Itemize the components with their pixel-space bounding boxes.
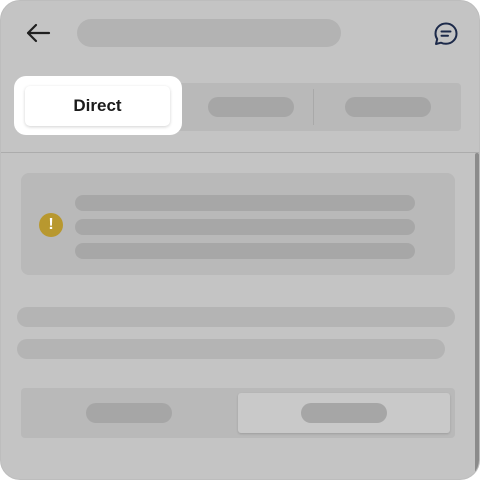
divider	[1, 152, 479, 153]
body-text-line	[17, 307, 455, 327]
tab-label-placeholder	[208, 97, 294, 117]
chat-button[interactable]	[432, 20, 460, 48]
chat-bubble-icon	[434, 22, 458, 45]
warning-notice: !	[21, 173, 455, 275]
tab-label-placeholder	[344, 97, 431, 117]
app-window: !	[0, 0, 480, 480]
toggle-option-second[interactable]	[238, 393, 450, 433]
notice-text-line	[75, 243, 415, 259]
warning-icon: !	[39, 213, 63, 237]
scrollbar[interactable]	[475, 153, 479, 479]
arrow-left-icon	[26, 23, 51, 43]
header	[1, 1, 479, 65]
notice-text-line	[75, 219, 415, 235]
back-button[interactable]	[23, 19, 53, 47]
toggle-label-placeholder	[85, 403, 172, 423]
toggle-option-first[interactable]	[21, 388, 236, 438]
segmented-toggle	[21, 388, 455, 438]
tab-second[interactable]	[189, 83, 313, 131]
page-title-placeholder	[77, 19, 341, 47]
tab-third[interactable]	[314, 83, 461, 131]
tab-direct[interactable]: Direct	[25, 86, 170, 126]
body-text-line	[17, 339, 445, 359]
toggle-label-placeholder	[301, 403, 387, 423]
notice-text-line	[75, 195, 415, 211]
